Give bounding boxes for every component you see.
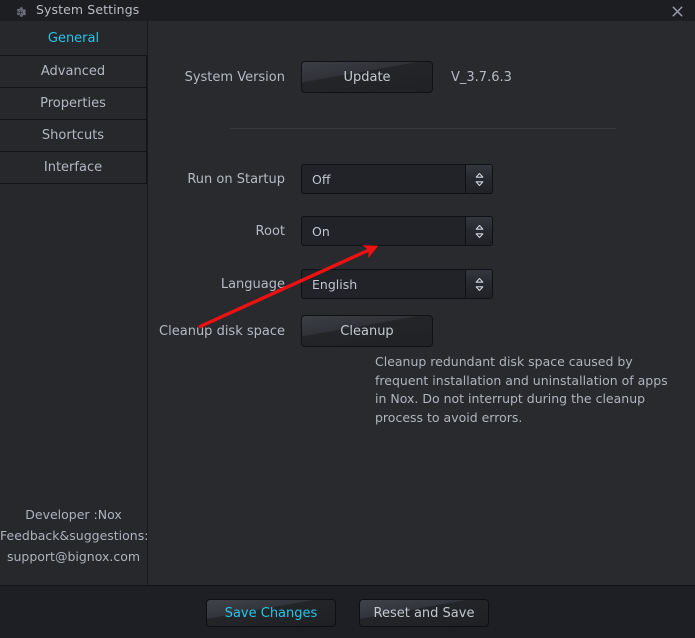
save-changes-button[interactable]: Save Changes bbox=[206, 599, 336, 627]
cleanup-label: Cleanup disk space bbox=[149, 324, 301, 339]
sidebar-item-advanced[interactable]: Advanced bbox=[0, 55, 147, 88]
feedback-line: Feedback&suggestions: bbox=[0, 525, 147, 546]
chevron-updown-icon[interactable] bbox=[465, 216, 493, 246]
sidebar-item-label: Interface bbox=[44, 160, 102, 175]
system-version-value: V_3.7.6.3 bbox=[451, 70, 512, 85]
section-divider bbox=[230, 128, 616, 129]
root-value: On bbox=[301, 216, 465, 246]
row-run-on-startup: Run on Startup Off bbox=[149, 164, 493, 194]
settings-panel: System Version Update V_3.7.6.3 Run on S… bbox=[149, 21, 695, 585]
row-system-version: System Version Update V_3.7.6.3 bbox=[149, 61, 512, 93]
language-value: English bbox=[301, 269, 465, 299]
language-dropdown[interactable]: English bbox=[301, 269, 493, 299]
sidebar-item-label: Advanced bbox=[41, 64, 105, 79]
system-settings-window: System Settings General Advanced Propert… bbox=[0, 0, 695, 638]
sidebar-item-interface[interactable]: Interface bbox=[0, 151, 147, 184]
title-bar: System Settings bbox=[0, 0, 695, 21]
sidebar: General Advanced Properties Shortcuts In… bbox=[0, 21, 148, 585]
sidebar-item-label: Shortcuts bbox=[42, 128, 104, 143]
chevron-updown-icon[interactable] bbox=[465, 269, 493, 299]
cleanup-description: Cleanup redundant disk space caused by f… bbox=[375, 353, 675, 427]
language-label: Language bbox=[149, 277, 301, 292]
system-version-label: System Version bbox=[149, 70, 301, 85]
cleanup-button[interactable]: Cleanup bbox=[301, 315, 433, 347]
row-root: Root On bbox=[149, 216, 493, 246]
run-on-startup-label: Run on Startup bbox=[149, 172, 301, 187]
run-on-startup-dropdown[interactable]: Off bbox=[301, 164, 493, 194]
sidebar-item-label: General bbox=[48, 31, 99, 46]
update-button[interactable]: Update bbox=[301, 61, 433, 93]
close-icon[interactable] bbox=[668, 2, 686, 20]
reset-and-save-button[interactable]: Reset and Save bbox=[359, 599, 489, 627]
sidebar-item-label: Properties bbox=[40, 96, 106, 111]
developer-info: Developer :Nox Feedback&suggestions: sup… bbox=[0, 504, 147, 567]
chevron-updown-icon[interactable] bbox=[465, 164, 493, 194]
support-email[interactable]: support@bignox.com bbox=[0, 546, 147, 567]
root-label: Root bbox=[149, 224, 301, 239]
row-cleanup-disk-space: Cleanup disk space Cleanup bbox=[149, 315, 433, 347]
gear-icon bbox=[14, 4, 27, 17]
root-dropdown[interactable]: On bbox=[301, 216, 493, 246]
window-title: System Settings bbox=[36, 4, 139, 17]
sidebar-item-shortcuts[interactable]: Shortcuts bbox=[0, 119, 147, 152]
row-language: Language English bbox=[149, 269, 493, 299]
developer-line: Developer :Nox bbox=[0, 504, 147, 525]
sidebar-item-properties[interactable]: Properties bbox=[0, 87, 147, 120]
run-on-startup-value: Off bbox=[301, 164, 465, 194]
footer-bar: Save Changes Reset and Save bbox=[0, 585, 695, 638]
sidebar-item-general[interactable]: General bbox=[0, 21, 147, 56]
